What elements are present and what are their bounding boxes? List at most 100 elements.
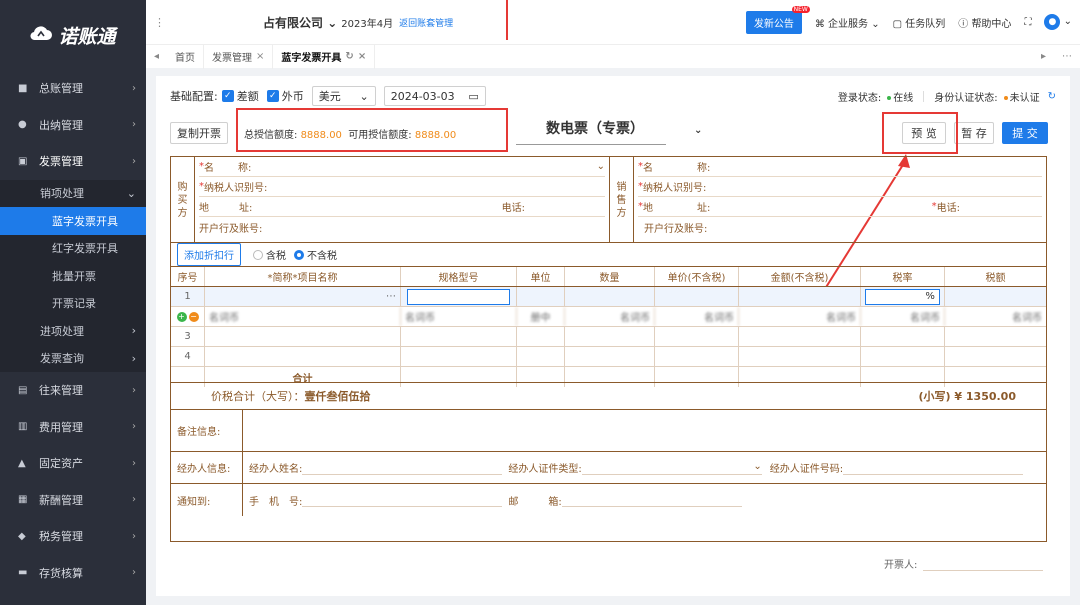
nav-blue-invoice[interactable]: 蓝字发票开具 <box>0 207 146 235</box>
calendar-icon: ▭ <box>468 89 479 103</box>
nav-batch-invoice[interactable]: 批量开票 <box>0 262 146 290</box>
tab-home[interactable]: 首页 <box>167 44 205 69</box>
invoice-type-select[interactable]: 数电票（专票） ⌄ <box>546 118 726 138</box>
check-icon: ✓ <box>221 90 234 102</box>
tab-blue-invoice[interactable]: 蓝字发票开具 ↻ × <box>273 44 376 69</box>
notify-section: 通知到: 手 机 号: 邮 箱: <box>171 484 1046 516</box>
nav-invoice[interactable]: ▣ 发票管理 › <box>0 143 146 180</box>
item-name-more-icon[interactable]: ⋯ <box>205 287 401 306</box>
nav-cashier[interactable]: ● 出纳管理 › <box>0 107 146 144</box>
foreign-checkbox[interactable]: ✓ 外币 <box>266 88 304 104</box>
nav-red-invoice[interactable]: 红字发票开具 <box>0 234 146 262</box>
refresh-icon[interactable]: ↻ <box>1048 91 1056 102</box>
buyer-taxid-field[interactable]: * 纳税人识别号: <box>199 177 605 197</box>
close-icon[interactable]: × <box>256 51 264 62</box>
inventory-icon: ▬ <box>18 567 28 579</box>
cashier-icon: ● <box>18 119 27 131</box>
spec-input[interactable] <box>406 288 511 305</box>
tax-rate-input[interactable]: % <box>865 288 940 305</box>
refresh-icon[interactable]: ↻ <box>345 51 353 62</box>
email-input[interactable] <box>561 493 742 507</box>
nav-invoice-record[interactable]: 开票记录 <box>0 289 146 317</box>
add-discount-button[interactable]: 添加折扣行 <box>177 243 241 266</box>
chevron-down-icon: ⌄ <box>694 125 703 136</box>
chevron-right-icon: › <box>132 421 136 433</box>
nav-ledger[interactable]: ■ 总账管理 › <box>0 70 146 107</box>
issuer-input[interactable] <box>923 557 1044 571</box>
seller-taxid-field[interactable]: * 纳税人识别号: <box>638 177 1042 197</box>
seller-name-field[interactable]: * 名称: <box>638 157 1042 177</box>
agent-id-type-select[interactable]: ⌄ <box>581 461 762 475</box>
chevron-down-icon: ⌄ <box>126 186 136 200</box>
buyer-name-field[interactable]: * 名称: ⌄ <box>199 157 605 177</box>
task-icon: ▢ <box>892 18 903 30</box>
nav-salary[interactable]: ▦ 薪酬管理 › <box>0 482 146 519</box>
agent-id-number-input[interactable] <box>843 461 1024 475</box>
tab-scroll-right-icon[interactable]: ▸ <box>1033 51 1054 62</box>
main-panel: 基础配置: ✓ 差额 ✓ 外币 美元 ⌄ 2024-03-03 ▭ 登录状态: 在线 身… <box>156 0 1070 596</box>
remove-row-icon[interactable]: − <box>188 311 199 322</box>
ledger-icon: ■ <box>18 82 28 94</box>
discount-row: 添加折扣行 含税 不含税 <box>171 243 1046 267</box>
tab-scroll-left-icon[interactable]: ◂ <box>146 51 167 62</box>
chevron-right-icon: › <box>131 351 136 365</box>
add-row-icon[interactable]: + <box>176 311 187 322</box>
auth-status: 未认证 <box>1003 89 1040 104</box>
nav-tax[interactable]: ◆ 税务管理 › <box>0 518 146 555</box>
nav-assets[interactable]: ▲ 固定资产 › <box>0 445 146 482</box>
tax-excluded-radio[interactable]: 不含税 <box>294 247 337 262</box>
fullscreen-icon[interactable]: ⛶ <box>1024 17 1031 28</box>
invoice-form: 购买方 * 名称: ⌄ * 纳税人识别号: 地址: 电话: 开户行及账号: 销售方 * 名… <box>170 156 1047 542</box>
grid-icon: ⌘ <box>814 18 825 30</box>
new-badge: NEW <box>791 5 810 13</box>
company-selector[interactable]: 占有限公司 ⌄ 2023年4月 <box>263 14 393 31</box>
user-avatar[interactable]: ● ⌄ <box>1044 14 1072 30</box>
invoice-icon: ▣ <box>18 155 28 167</box>
logo: 诺账通 <box>0 0 146 70</box>
task-queue-button[interactable]: ▢ 任务队列 <box>893 15 946 30</box>
avatar-icon: ● <box>1044 14 1061 30</box>
topbar: ⋮ 占有限公司 ⌄ 2023年4月 返回账套管理 发新公告 NEW ⌘ 企业服务 ⌄… <box>146 0 1080 44</box>
phone-input[interactable] <box>302 493 503 507</box>
seller-bank-field[interactable]: 开户行及账号: <box>638 217 1042 237</box>
nav-inventory[interactable]: ▬ 存货核算 › <box>0 555 146 592</box>
more-icon[interactable]: ⋯ <box>1054 51 1080 62</box>
chevron-right-icon: › <box>132 494 136 506</box>
nav-sales-processing[interactable]: 销项处理 ⌄ <box>0 179 146 207</box>
tab-invoice-manage[interactable]: 发票管理 × <box>204 44 274 69</box>
expense-icon: ▥ <box>18 421 28 433</box>
tax-included-radio[interactable]: 含税 <box>253 247 286 262</box>
price-tax-total: 价税合计（大写）： 壹仟叁佰伍拾 (小写) ¥ 1350.00 <box>171 382 1046 410</box>
table-row: 1 ⋯ % <box>171 287 1046 307</box>
close-icon[interactable]: × <box>358 51 366 62</box>
nav-invoice-query[interactable]: 发票查询 › <box>0 344 146 372</box>
nav-expense[interactable]: ▥ 费用管理 › <box>0 409 146 446</box>
submit-button[interactable]: 提 交 <box>1002 122 1048 144</box>
buyer-address-field[interactable]: 地址: 电话: <box>199 197 605 217</box>
remark-input[interactable] <box>243 410 1046 451</box>
help-center-button[interactable]: ⓘ 帮助中心 <box>958 15 1011 30</box>
enterprise-service-menu[interactable]: ⌘ 企业服务 ⌄ <box>815 15 880 30</box>
diff-checkbox[interactable]: ✓ 差额 <box>221 88 259 104</box>
chevron-right-icon: › <box>132 567 136 579</box>
remark-section: 备注信息: <box>171 410 1046 452</box>
nav-contacts[interactable]: ▤ 往来管理 › <box>0 372 146 409</box>
chevron-right-icon: › <box>132 155 136 167</box>
date-picker[interactable]: 2024-03-03 ▭ <box>383 86 486 106</box>
tabs-bar: ◂ 首页 发票管理 × 蓝字发票开具 ↻ × ▸ ⋯ <box>146 44 1080 69</box>
seller-section: 销售方 * 名称: * 纳税人识别号: * 地址: * 电话: 开户行及账号: <box>610 157 1046 243</box>
back-to-account-link[interactable]: 返回账套管理 <box>399 16 453 29</box>
asset-icon: ▲ <box>18 457 26 469</box>
copy-invoice-button[interactable]: 复制开票 <box>170 122 228 144</box>
currency-select[interactable]: 美元 ⌄ <box>311 86 376 106</box>
chevron-right-icon: › <box>132 530 136 542</box>
chevron-right-icon: › <box>132 119 136 131</box>
agent-name-input[interactable] <box>302 461 503 475</box>
notice-button[interactable]: 发新公告 NEW <box>745 5 810 34</box>
menu-dots-icon[interactable]: ⋮ <box>154 16 165 29</box>
seller-address-field[interactable]: * 地址: * 电话: <box>638 197 1042 217</box>
nav-input-processing[interactable]: 进项处理 › <box>0 317 146 345</box>
buyer-bank-field[interactable]: 开户行及账号: <box>199 217 605 237</box>
save-draft-button[interactable]: 暂 存 <box>954 122 994 144</box>
annotation-box-preview <box>882 112 958 154</box>
